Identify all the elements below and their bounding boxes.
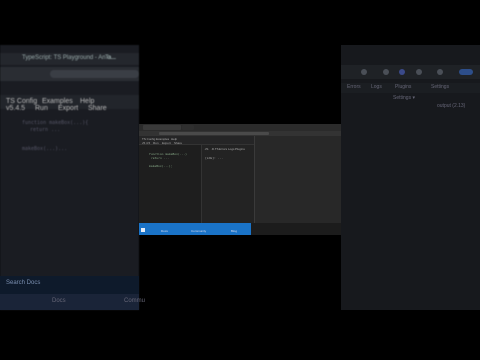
background-right-panel: Errors Logs Plugins Settings Settings ▾ … [341, 45, 480, 310]
devtools-bottom [251, 223, 341, 235]
background-tab: Ta... [105, 55, 117, 61]
browser-window: TS Config Examples Help v5.4.5 Run Expor… [139, 124, 341, 235]
background-bottom-label: Docs [52, 298, 66, 304]
background-right-tab: Errors [347, 84, 361, 90]
extension-icon [361, 69, 367, 75]
background-tab: TypeScript: TS Playground - An o... [22, 55, 116, 61]
tab-logs[interactable]: Logs [228, 147, 235, 151]
extension-icon [399, 69, 405, 75]
background-bottom-label: Commu [124, 298, 146, 304]
background-bottom-bar [0, 294, 139, 310]
tab-plugins[interactable]: Plugins [235, 147, 245, 151]
background-toolbar-item: Run [35, 105, 48, 112]
docs-status-bar: Docs Community Blog [139, 223, 251, 235]
background-right-output: output (2.13) [437, 103, 466, 109]
background-toolbar-item: Share [88, 105, 107, 112]
browser-tab[interactable] [182, 125, 194, 130]
status-docs[interactable]: Docs [161, 229, 168, 233]
extension-icon [437, 69, 443, 75]
extension-icon [383, 69, 389, 75]
status-community[interactable]: Community [191, 229, 206, 233]
devtools-pane [254, 136, 341, 223]
background-code-line: function makeBox(...){ [22, 120, 89, 126]
background-menu-item: Examples [42, 98, 73, 105]
background-right-sub: Settings ▾ [393, 95, 415, 101]
background-menu-item: Help [80, 98, 95, 105]
background-code-line: makeBox(...)... [22, 146, 68, 152]
background-toolbar-item: v5.4.5 [6, 105, 26, 112]
background-docs-bar: Search Docs Docs Commu [0, 276, 145, 310]
tab-dts[interactable]: .D.TS [211, 147, 219, 151]
background-code-line: return ... [30, 127, 61, 133]
code-editor[interactable] [139, 145, 201, 223]
extension-icon [416, 69, 422, 75]
background-url-field [50, 70, 139, 78]
status-blog[interactable]: Blog [231, 229, 237, 233]
background-toolbar-item: Export [58, 105, 79, 112]
url-field[interactable] [159, 132, 269, 135]
code-line: return ... [151, 156, 170, 160]
profile-icon [459, 69, 473, 75]
background-search-label: Search Docs [6, 280, 41, 286]
background-left-panel: TypeScript: TS Playground - An o... Ta..… [0, 45, 139, 310]
background-right-tab: Plugins [395, 84, 412, 90]
tab-errors[interactable]: Errors [219, 147, 227, 151]
docs-icon [141, 228, 145, 232]
browser-tab[interactable] [143, 125, 181, 130]
background-right-tab: Settings [431, 84, 450, 90]
log-output: [LOG]: ... [205, 156, 224, 160]
background-right-tab: Logs [371, 84, 382, 90]
code-line: makeBox(...); [149, 164, 173, 168]
background-menu-item: TS Config [6, 98, 38, 105]
tab-js[interactable]: .JS [204, 147, 208, 151]
